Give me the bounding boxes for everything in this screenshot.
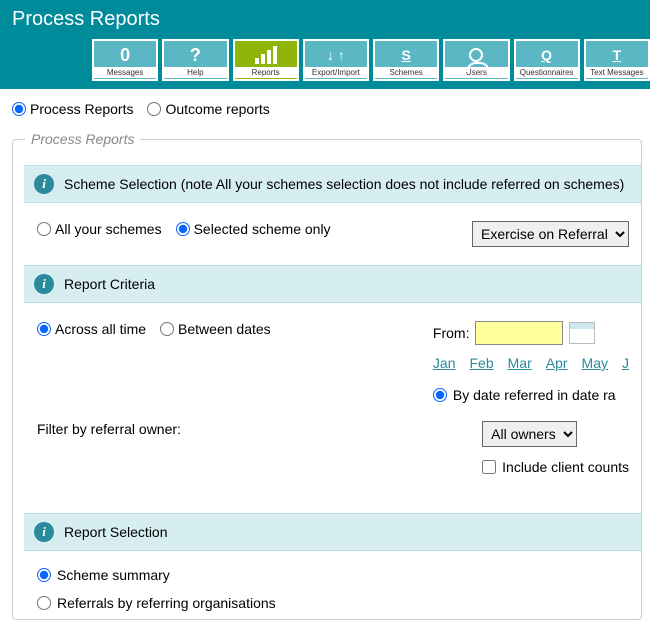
outcome-reports-radio[interactable]: Outcome reports — [147, 101, 269, 117]
export-import-icon: ↓ ↑ — [327, 43, 345, 67]
month-link-feb[interactable]: Feb — [470, 355, 494, 371]
reports-button[interactable]: Reports — [233, 39, 299, 81]
selected-scheme-radio[interactable]: Selected scheme only — [176, 221, 331, 237]
help-button[interactable]: ? Help — [162, 39, 228, 81]
text-messages-button[interactable]: T Text Messages — [584, 39, 650, 81]
messages-count: 0 — [120, 43, 130, 67]
info-icon: i — [34, 274, 54, 294]
owner-select[interactable]: All owners — [482, 421, 577, 447]
export-import-button[interactable]: ↓ ↑ Export/Import — [303, 39, 369, 81]
page-title: Process Reports — [12, 8, 650, 31]
page-header: Process Reports 0 Messages ? Help Report… — [0, 0, 650, 89]
main-toolbar: 0 Messages ? Help Reports ↓ ↑ Export/Imp… — [12, 39, 650, 81]
month-link-mar[interactable]: Mar — [508, 355, 532, 371]
calendar-icon[interactable] — [569, 322, 595, 344]
info-icon: i — [34, 174, 54, 194]
across-all-time-radio[interactable]: Across all time — [37, 321, 146, 337]
report-criteria-header: i Report Criteria — [24, 265, 641, 303]
scheme-summary-radio[interactable]: Scheme summary — [37, 567, 629, 583]
month-link-jun[interactable]: J — [622, 355, 629, 371]
text-messages-icon: T — [613, 43, 622, 67]
process-reports-radio[interactable]: Process Reports — [12, 101, 133, 117]
questionnaires-button[interactable]: Q Questionnaires — [514, 39, 580, 81]
all-schemes-radio[interactable]: All your schemes — [37, 221, 162, 237]
include-client-counts-checkbox[interactable]: Include client counts — [482, 447, 629, 495]
schemes-icon: S — [401, 43, 410, 67]
referrals-by-org-radio[interactable]: Referrals by referring organisations — [37, 595, 629, 611]
schemes-button[interactable]: S Schemes — [373, 39, 439, 81]
time-range-radio-group: Across all time Between dates — [37, 321, 271, 337]
scheme-select[interactable]: Exercise on Referral — [472, 221, 629, 247]
month-link-may[interactable]: May — [582, 355, 608, 371]
by-date-referred-radio[interactable]: By date referred in date ra — [433, 387, 616, 403]
report-selection-header: i Report Selection — [24, 513, 641, 551]
from-date-input[interactable] — [475, 321, 563, 345]
question-icon: ? — [190, 43, 201, 67]
user-icon — [469, 43, 483, 67]
month-link-jan[interactable]: Jan — [433, 355, 456, 371]
bar-chart-icon — [255, 43, 277, 67]
report-type-radio-group: Process Reports Outcome reports — [12, 101, 642, 117]
fieldset-legend: Process Reports — [25, 131, 140, 147]
process-reports-fieldset: Process Reports i Scheme Selection (note… — [12, 131, 642, 620]
between-dates-radio[interactable]: Between dates — [160, 321, 271, 337]
report-selection-radio-group: Scheme summary Referrals by referring or… — [25, 551, 641, 619]
scheme-scope-radio-group: All your schemes Selected scheme only — [37, 221, 331, 237]
filter-owner-label: Filter by referral owner: — [37, 421, 181, 437]
users-button[interactable]: Users — [443, 39, 509, 81]
month-link-apr[interactable]: Apr — [546, 355, 568, 371]
info-icon: i — [34, 522, 54, 542]
from-label: From: — [433, 325, 470, 341]
scheme-selection-header: i Scheme Selection (note All your scheme… — [24, 165, 641, 203]
month-shortcuts: Jan Feb Mar Apr May J — [433, 355, 629, 371]
questionnaires-icon: Q — [541, 43, 552, 67]
messages-button[interactable]: 0 Messages — [92, 39, 158, 81]
